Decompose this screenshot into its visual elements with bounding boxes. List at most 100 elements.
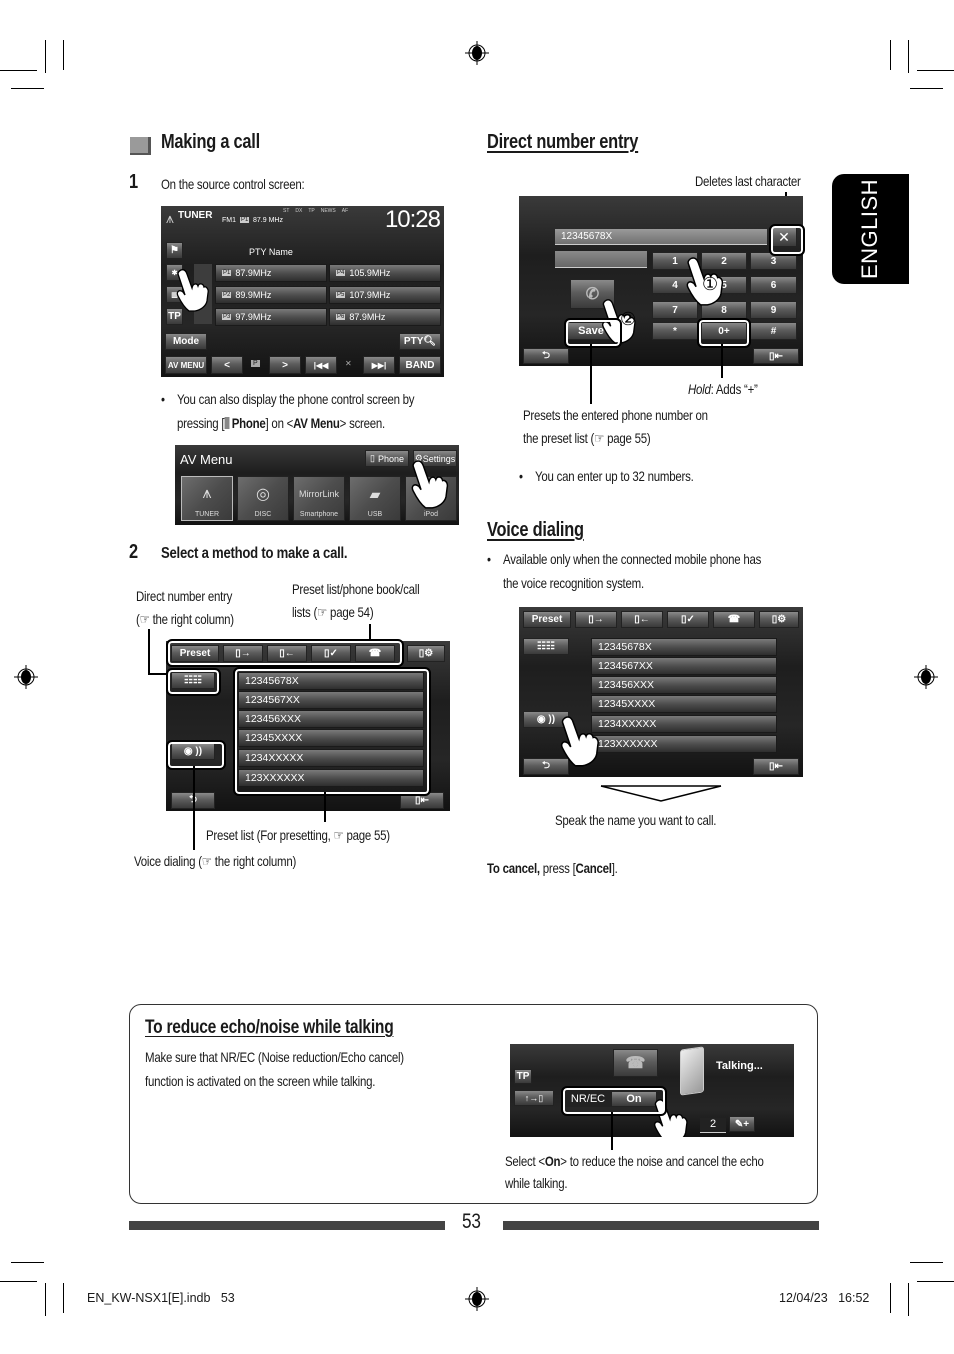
phone-image-icon xyxy=(680,1046,704,1096)
registration-mark-bottom xyxy=(465,1287,489,1311)
nrec-caption-line2: while talking. xyxy=(505,1175,568,1191)
key-6[interactable]: 6 xyxy=(750,276,797,294)
phone-settings-button[interactable]: ▯⚙ xyxy=(759,611,799,628)
return-icon: ⮌ xyxy=(541,760,550,771)
footer-file: EN_KW-NSX1[E].indb 53 xyxy=(87,1291,235,1305)
source-label: TUNER xyxy=(178,210,213,221)
callout-direct-entry-ref: (☞ the right column) xyxy=(136,611,234,627)
av-menu-screen: AV Menu ▯ Phone ⚙ Settings ⩚ TUNER ◎ DISC Mi… xyxy=(175,445,459,525)
phone-settings-button[interactable]: ▯⚙ xyxy=(407,645,445,662)
page-bar-right xyxy=(503,1221,819,1230)
key-hash[interactable]: # xyxy=(750,322,797,340)
indicator-news: NEWS xyxy=(320,208,336,214)
key-9[interactable]: 9 xyxy=(750,301,797,319)
nrec-caption: Select <On> to reduce the noise and canc… xyxy=(505,1153,764,1169)
av-menu-title: AV Menu xyxy=(180,452,233,467)
section-title: Making a call xyxy=(161,131,260,153)
tile-usb[interactable]: ▰ USB xyxy=(349,476,401,521)
back-button[interactable]: ⮌ xyxy=(523,348,569,364)
pty-name: PTY Name xyxy=(249,247,293,257)
indicator-af: AF xyxy=(341,208,349,214)
transfer-button[interactable]: ↑→▯ xyxy=(514,1090,554,1106)
step-number: 1 xyxy=(129,171,138,193)
highlight-list xyxy=(233,667,431,796)
phone-button[interactable]: ▯ Phone xyxy=(365,450,409,467)
voice-dialing-title: Voice dialing xyxy=(487,519,584,541)
deletes-label: Deletes last character xyxy=(695,173,801,189)
frequency: 87.9 MHz xyxy=(253,217,283,224)
preset-number-3[interactable]: 123456XXX xyxy=(591,676,777,694)
preset-p6[interactable]: P6 87.9MHz xyxy=(329,308,441,326)
antenna-icon: ⩚ xyxy=(166,210,174,226)
preset-number-1[interactable]: 12345678X xyxy=(591,638,777,656)
voice-dial-screen: Preset ▯→ ▯← ▯✓ ☎ ▯⚙ ☷☷ ◉ )) 12345678X 1… xyxy=(519,607,803,777)
callout-preset-list: Preset list/phone book/call xyxy=(292,581,420,597)
key-star[interactable]: * xyxy=(652,322,698,340)
pointing-hand-icon xyxy=(411,460,449,509)
step-circle-1: ① xyxy=(702,274,719,294)
tuner-screen: ⩚ TUNER FM1 P1 87.9 MHz ST DX TP NEWS AF… xyxy=(161,206,444,377)
language-tab: ENGLISH xyxy=(832,174,909,284)
keypad-screen: 12345678X ✕ 1 2 3 4 5 6 7 8 9 * 0+ # ✆ S… xyxy=(519,196,803,366)
preset-p4[interactable]: P4 105.9MHz xyxy=(329,264,441,282)
callout-preset-list-ref: lists (☞ page 54) xyxy=(292,604,374,620)
preset-number-2[interactable]: 1234567XX xyxy=(591,657,777,675)
tile-smartphone[interactable]: MirrorLink Smartphone xyxy=(293,476,345,521)
highlight-voice xyxy=(166,740,226,770)
tab-missed-calls[interactable]: ▯✓ xyxy=(667,611,709,628)
voice-bullet: Available only when the connected mobile… xyxy=(503,551,762,567)
end-call-button[interactable]: ☎ xyxy=(613,1049,658,1077)
preset-p3[interactable]: P3 97.9MHz xyxy=(215,308,327,326)
registration-mark-left xyxy=(14,665,38,689)
down-arrow-icon xyxy=(600,785,722,802)
pointing-hand-icon xyxy=(176,269,209,312)
flag-button[interactable]: ⚑ xyxy=(166,242,183,259)
tab-outgoing-calls[interactable]: ▯→ xyxy=(575,611,617,628)
phone-info-button[interactable]: ▯⇤ xyxy=(753,348,799,364)
preset-p1[interactable]: P1 87.9MHz xyxy=(215,264,327,282)
highlight-nrec xyxy=(561,1086,667,1116)
tab-incoming-calls[interactable]: ▯← xyxy=(621,611,663,628)
highlight-zero xyxy=(697,318,751,348)
indicators: ST DX TP NEWS AF xyxy=(283,208,348,214)
preset-number-5[interactable]: 1234XXXXX xyxy=(591,715,777,733)
bullet-text-line2: pressing [Phone] on <AV Menu> screen. xyxy=(177,415,385,431)
seek-back-button[interactable]: |◀◀ xyxy=(305,356,337,374)
tile-tuner[interactable]: ⩚ TUNER xyxy=(181,476,233,521)
keypad-button[interactable]: ☷☷ xyxy=(523,638,569,655)
talking-status: Talking... xyxy=(716,1060,763,1072)
callout-voice-dialing: Voice dialing (☞ the right column) xyxy=(134,853,297,869)
language-tab-label: ENGLISH xyxy=(857,178,882,280)
tip-body-line2: function is activated on the screen whil… xyxy=(145,1073,376,1089)
section-square-icon xyxy=(130,137,151,155)
tab-preset[interactable]: Preset xyxy=(523,611,571,628)
av-menu-button[interactable]: AV MENU xyxy=(165,356,207,374)
step-text: Select a method to make a call. xyxy=(161,545,348,562)
tip-body: Make sure that NR/EC (Noise reduction/Ec… xyxy=(145,1049,404,1065)
disc-icon: ◎ xyxy=(256,486,270,503)
phone-icon: ▯ xyxy=(370,453,375,463)
prev-preset-button[interactable]: < xyxy=(211,356,243,374)
preset-badge: P1 xyxy=(240,217,250,223)
secondary-display xyxy=(555,251,647,268)
pointing-hand-icon xyxy=(560,716,599,767)
preset-p5[interactable]: P5 107.9MHz xyxy=(329,286,441,304)
number-entry-field[interactable]: 12345678X xyxy=(555,229,767,245)
page-bar-left xyxy=(129,1221,445,1230)
highlight-save xyxy=(564,318,622,348)
next-preset-button[interactable]: > xyxy=(269,356,301,374)
search-mode-icon: ✕ xyxy=(345,359,352,368)
seek-forward-button[interactable]: ▶▶| xyxy=(363,356,395,374)
tile-disc[interactable]: ◎ DISC xyxy=(237,476,289,521)
preset-p2[interactable]: P2 89.9MHz xyxy=(215,286,327,304)
add-call-button[interactable]: ✎+ xyxy=(729,1116,755,1132)
preset-number-4[interactable]: 12345XXXX xyxy=(591,695,777,713)
tab-phonebook[interactable]: ☎ xyxy=(713,611,755,628)
band-button[interactable]: BAND xyxy=(399,356,441,374)
preset-number-6[interactable]: 123XXXXXX xyxy=(591,735,777,753)
indicator-tp: TP xyxy=(308,208,315,214)
phone-info-button[interactable]: ▯⇤ xyxy=(753,758,799,775)
mode-button[interactable]: Mode xyxy=(165,333,207,350)
presets-label-ref: the preset list (☞ page 55) xyxy=(523,430,651,446)
pty-search-button[interactable]: PTY 🔍︎ xyxy=(399,333,441,350)
